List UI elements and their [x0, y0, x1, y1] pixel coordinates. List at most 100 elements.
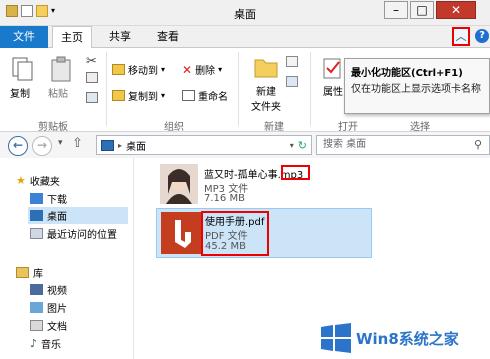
paste-icon: [51, 56, 71, 82]
audio-thumbnail-image: [160, 164, 198, 204]
nav-label: 视频: [47, 286, 67, 297]
copy-to-label: 复制到: [128, 92, 158, 103]
refresh-icon[interactable]: ↻: [298, 139, 307, 152]
nav-item-desktop[interactable]: 桌面: [28, 207, 128, 224]
chevron-down-icon: ▾: [161, 91, 166, 100]
nav-label: 库: [33, 269, 43, 280]
move-to-label: 移动到: [128, 66, 158, 77]
tooltip-description: 仅在功能区上显示选项卡名称: [351, 84, 481, 95]
maximize-window-button[interactable]: □: [410, 1, 434, 19]
rename-button[interactable]: 重命名: [182, 88, 228, 103]
up-button[interactable]: ⇧: [72, 136, 83, 151]
move-to-button[interactable]: 移动到 ▾: [112, 62, 165, 77]
search-icon[interactable]: ⚲: [474, 138, 482, 151]
group-organize-label: 组织: [164, 122, 184, 133]
recent-locations-button[interactable]: ▾: [58, 138, 63, 148]
paste-label: 粘贴: [48, 89, 68, 100]
delete-icon: ✕: [182, 62, 193, 77]
watermark-text: Win8系统之家: [356, 330, 459, 348]
libraries-icon: [16, 267, 29, 278]
help-icon[interactable]: ?: [475, 29, 489, 43]
easy-access-icon[interactable]: [286, 76, 298, 87]
recent-places-icon: [30, 228, 43, 239]
search-input[interactable]: 搜索 桌面: [316, 135, 490, 155]
rename-label: 重命名: [198, 92, 228, 103]
pdf-file-icon: [161, 212, 201, 254]
nav-label: 下载: [47, 195, 67, 206]
nav-item-libraries[interactable]: 库: [16, 264, 43, 281]
pictures-icon: [30, 302, 43, 313]
copy-label: 复制: [10, 89, 30, 100]
breadcrumb-separator-icon: ▸: [118, 140, 123, 150]
downloads-icon: [30, 193, 43, 204]
nav-label: 图片: [47, 304, 67, 315]
paste-button[interactable]: 粘贴: [48, 56, 82, 100]
nav-label: 收藏夹: [29, 177, 60, 188]
file-size: 7.16 MB: [204, 193, 245, 204]
star-icon: ★: [16, 174, 26, 187]
new-folder-button[interactable]: 新建 文件夹: [244, 54, 288, 113]
arrow-left-icon: ←: [12, 138, 24, 152]
highlight-box-pdf-details: [201, 211, 269, 256]
tab-home[interactable]: 主页: [52, 26, 92, 49]
group-select-label: 选择: [410, 122, 430, 133]
copy-path-icon[interactable]: [86, 72, 98, 83]
tab-view[interactable]: 查看: [148, 26, 188, 48]
close-window-button[interactable]: ✕: [436, 1, 476, 19]
forward-button[interactable]: →: [32, 136, 52, 156]
ribbon-separator: [310, 52, 311, 126]
nav-item-pictures[interactable]: 图片: [30, 299, 67, 316]
move-to-icon: [112, 64, 125, 75]
watermark-logo: Win8系统之家: [316, 316, 490, 359]
highlight-box-extension: [281, 165, 310, 180]
tab-file[interactable]: 文件: [0, 26, 48, 48]
back-button[interactable]: ←: [8, 136, 28, 156]
delete-label: 删除: [195, 66, 216, 77]
new-item-icon[interactable]: [286, 56, 298, 67]
nav-item-music[interactable]: ♪ 音乐: [30, 335, 61, 352]
chevron-down-icon[interactable]: ▾: [290, 141, 294, 150]
group-open-label: 打开: [338, 122, 358, 133]
nav-label: 文档: [47, 322, 67, 333]
documents-icon: [30, 320, 43, 331]
copy-icon: [12, 57, 33, 81]
music-icon: ♪: [30, 337, 38, 350]
arrow-right-icon: →: [36, 138, 48, 152]
chevron-up-icon: ︿: [455, 30, 467, 43]
delete-button[interactable]: ✕ 删除 ▾: [182, 62, 222, 78]
nav-item-downloads[interactable]: 下载: [30, 190, 67, 207]
checkmark-icon: [323, 58, 341, 79]
nav-item-videos[interactable]: 视频: [30, 281, 67, 298]
cut-icon[interactable]: ✂: [86, 54, 97, 69]
desktop-icon: [30, 210, 43, 221]
nav-label: 桌面: [47, 212, 67, 223]
nav-item-recent[interactable]: 最近访问的位置: [30, 225, 117, 242]
folder-icon: [254, 59, 278, 78]
tab-share[interactable]: 共享: [100, 26, 140, 48]
chevron-down-icon: ▾: [161, 65, 166, 74]
minimize-window-button[interactable]: –: [384, 1, 408, 19]
group-new-label: 新建: [264, 122, 284, 133]
new-folder-label-1: 新建: [256, 87, 276, 98]
chevron-down-icon: ▾: [58, 138, 63, 148]
ribbon-separator: [106, 52, 107, 126]
tooltip: 最小化功能区(Ctrl+F1) 仅在功能区上显示选项卡名称: [344, 58, 490, 114]
desktop-icon: [101, 139, 114, 151]
copy-to-button[interactable]: 复制到 ▾: [112, 88, 165, 103]
ribbon-separator: [238, 52, 239, 126]
nav-label: 最近访问的位置: [47, 230, 117, 241]
windows-logo-icon: [321, 323, 351, 353]
rename-icon: [182, 90, 195, 101]
nav-label: 音乐: [41, 340, 62, 351]
minimize-ribbon-button[interactable]: ︿: [452, 27, 470, 46]
paste-shortcut-icon[interactable]: [86, 92, 98, 103]
address-bar[interactable]: ▸ 桌面 ▾ ↻: [96, 135, 312, 155]
tooltip-title: 最小化功能区(Ctrl+F1): [351, 68, 463, 79]
new-folder-label-2: 文件夹: [251, 102, 281, 113]
videos-icon: [30, 284, 43, 295]
address-path[interactable]: 桌面: [126, 138, 146, 153]
copy-button[interactable]: 复制: [10, 56, 38, 100]
group-clipboard-label: 剪贴板: [38, 122, 68, 133]
nav-item-favorites[interactable]: ★ 收藏夹: [16, 172, 60, 189]
nav-item-documents[interactable]: 文档: [30, 317, 67, 334]
